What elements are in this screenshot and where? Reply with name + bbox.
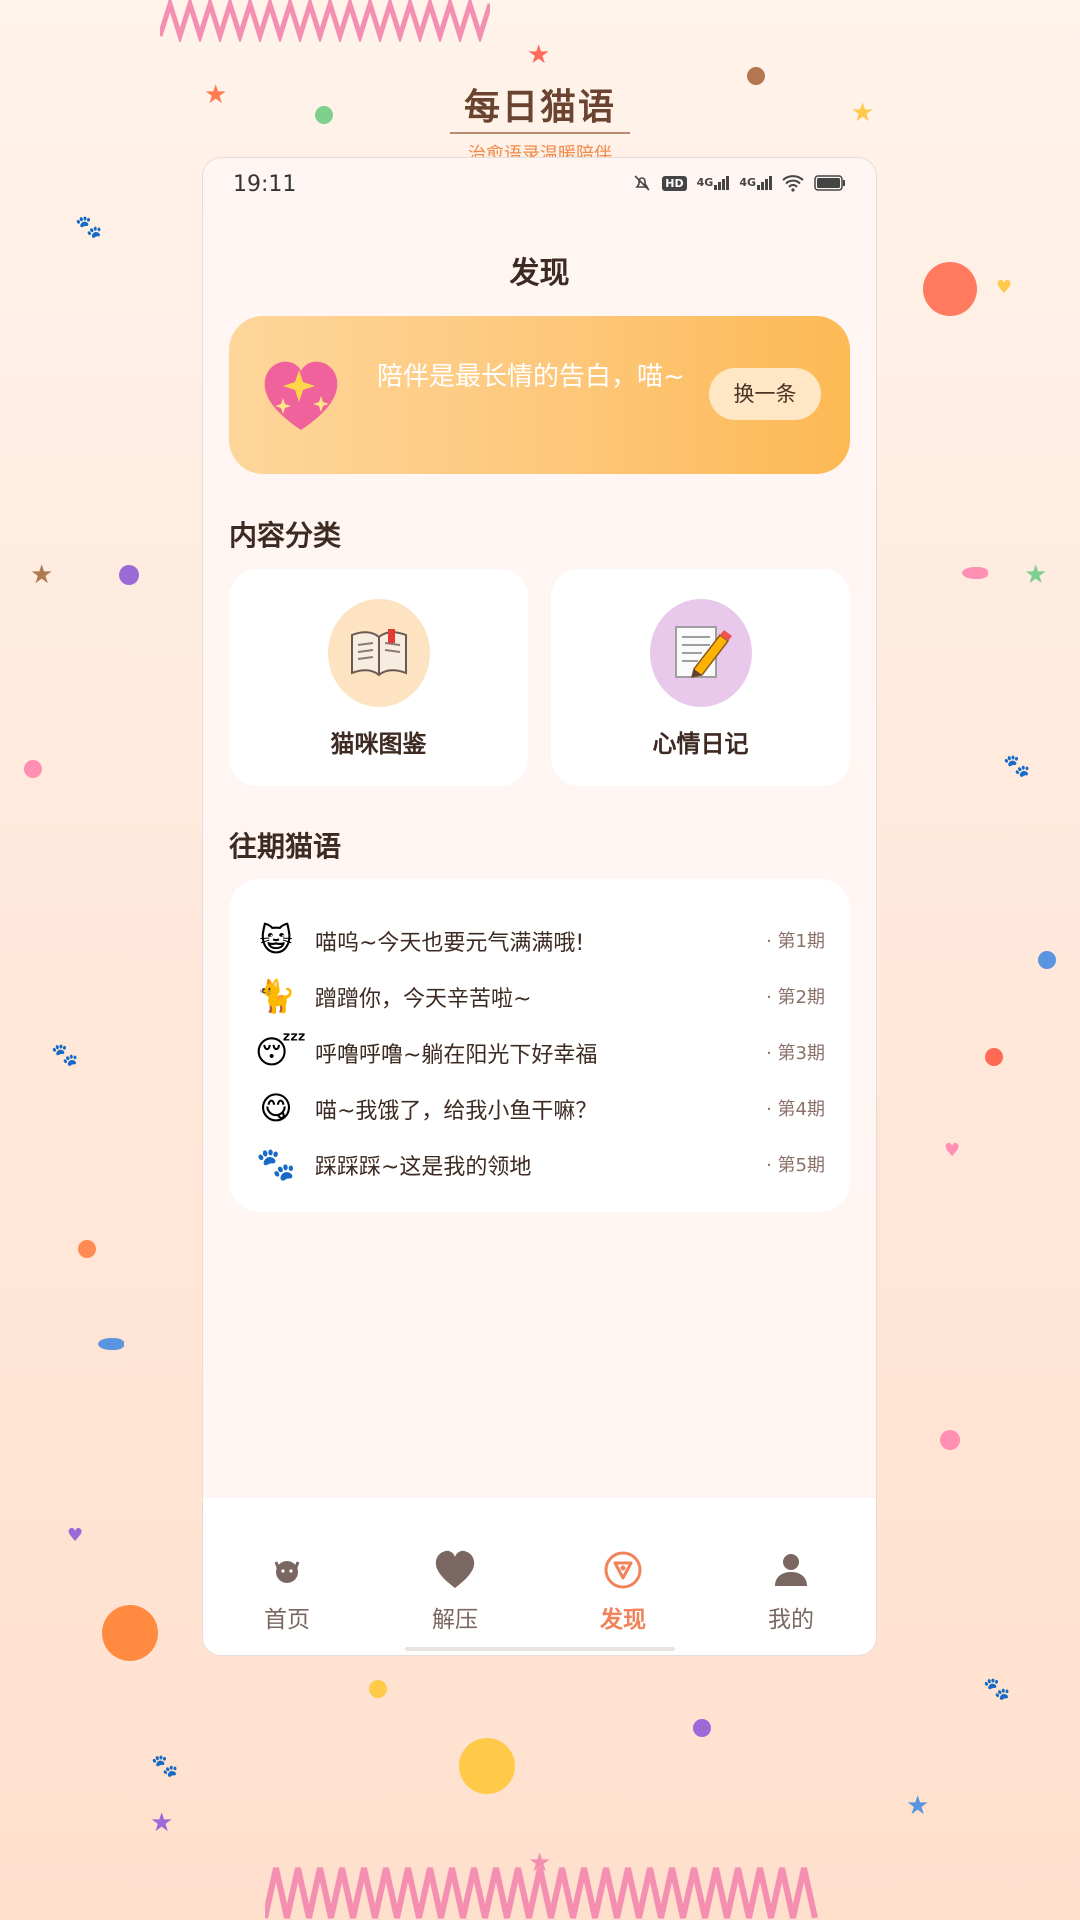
network-label-left: 4G [696, 176, 714, 189]
home-indicator [405, 1647, 675, 1651]
battery-icon [814, 175, 845, 191]
heart-decor-icon: ♥ [996, 277, 1013, 298]
decor-dot [78, 1240, 96, 1258]
decor-dot [459, 1738, 515, 1794]
fish-decor-icon [98, 1338, 124, 1350]
star-icon: ★ [150, 1808, 174, 1838]
decor-dot [923, 262, 977, 316]
history-item[interactable]: 🐾 踩踩踩~这是我的领地 · 第5期 [255, 1143, 825, 1191]
tab-profile[interactable]: 我的 [731, 1548, 851, 1634]
decor-dot [102, 1605, 158, 1661]
sparkling-heart-icon [264, 361, 338, 430]
history-item-issue: · 第3期 [766, 1043, 825, 1064]
history-list-card: 😺 喵呜~今天也要元气满满哦! · 第1期 🐈 蹭蹭你，今天辛苦啦~ · 第2期… [229, 879, 850, 1212]
history-item[interactable]: 😺 喵呜~今天也要元气满满哦! · 第1期 [255, 919, 825, 967]
history-title: 往期猫语 [229, 830, 342, 863]
status-time: 19:11 [233, 172, 297, 197]
star-icon: ★ [527, 40, 551, 70]
decor-dot [24, 760, 42, 778]
bottom-tab-bar: 首页 解压 发现 我的 [203, 1498, 876, 1655]
heart-decor-icon: ♥ [944, 1140, 961, 1161]
category-icon-circle [650, 599, 752, 707]
signal-4g-left-icon: 4G [697, 176, 730, 190]
star-icon: ★ [906, 1791, 930, 1821]
compass-icon [604, 1551, 642, 1589]
refresh-quote-button[interactable]: 换一条 [709, 368, 821, 420]
memo-pencil-icon [675, 626, 732, 678]
wifi-icon [782, 175, 804, 192]
user-icon [775, 1554, 807, 1586]
cat-face-icon [274, 1561, 300, 1583]
decor-dot [985, 1048, 1003, 1066]
heart-icon [435, 1550, 475, 1588]
open-book-icon [351, 629, 407, 677]
categories-title: 内容分类 [229, 519, 342, 552]
tab-label: 解压 [432, 1607, 478, 1633]
status-icons: HD 4G 4G [632, 173, 846, 193]
history-item-text: 喵~我饿了，给我小鱼干嘛？ [315, 1099, 598, 1124]
tab-label: 我的 [768, 1607, 814, 1633]
tab-label: 首页 [264, 1607, 310, 1633]
decor-dot [1038, 951, 1056, 969]
page-title: 发现 [509, 256, 570, 291]
brand-title: 每日猫语 [463, 87, 616, 128]
category-card-cat-encyclopedia[interactable]: 猫咪图鉴 [229, 569, 528, 786]
history-item[interactable]: 😴 呼噜呼噜~躺在阳光下好幸福 · 第3期 [255, 1031, 825, 1079]
history-item-text: 踩踩踩~这是我的领地 [315, 1155, 532, 1180]
decor-dot [119, 565, 139, 585]
decor-dot [369, 1680, 387, 1698]
network-label-right: 4G [739, 176, 756, 189]
category-label: 心情日记 [652, 730, 749, 758]
status-bar: 19:11 HD 4G 4G [203, 158, 876, 214]
decor-dot [693, 1719, 711, 1737]
decor-dot [940, 1430, 960, 1450]
star-icon: ★ [528, 1848, 552, 1878]
cat-icon: 🐈 [256, 977, 296, 1015]
tab-discover[interactable]: 发现 [563, 1548, 683, 1634]
paw-decor-icon: 🐾 [75, 215, 103, 240]
phone-screen: 19:11 HD 4G 4G 发现 陪伴是最长情的告白，喵~ 换一条 内容分类 [203, 158, 876, 1655]
mute-bell-icon [634, 175, 650, 191]
paw-decor-icon: 🐾 [983, 1677, 1011, 1702]
hd-badge: HD [662, 175, 687, 191]
category-icon-circle [328, 599, 430, 707]
history-item-text: 蹭蹭你，今天辛苦啦~ [315, 987, 532, 1012]
history-item-issue: · 第4期 [766, 1099, 825, 1120]
star-icon: ★ [1024, 560, 1048, 590]
sleeping-face-icon: 😴 [255, 1033, 307, 1071]
smiling-cat-icon: 😺 [259, 921, 293, 959]
history-item-issue: · 第5期 [766, 1155, 825, 1176]
tab-label: 发现 [600, 1607, 646, 1633]
history-item-issue: · 第2期 [766, 987, 825, 1008]
paw-decor-icon: 🐾 [1003, 754, 1031, 779]
quote-text: 陪伴是最长情的告白，喵~ [377, 362, 685, 392]
top-zigzag-decoration [160, 0, 490, 42]
history-item-issue: · 第1期 [766, 931, 825, 952]
fish-decor-icon [962, 567, 988, 579]
paw-prints-icon: 🐾 [256, 1145, 296, 1183]
tab-relax[interactable]: 解压 [395, 1548, 515, 1634]
category-card-mood-diary[interactable]: 心情日记 [551, 569, 850, 786]
paw-decor-icon: 🐾 [151, 1754, 179, 1779]
tab-home[interactable]: 首页 [227, 1548, 347, 1634]
history-item-text: 呼噜呼噜~躺在阳光下好幸福 [315, 1043, 598, 1068]
history-item[interactable]: 🐈 蹭蹭你，今天辛苦啦~ · 第2期 [255, 975, 825, 1023]
history-item[interactable]: 😋 喵~我饿了，给我小鱼干嘛？ · 第4期 [255, 1087, 825, 1135]
paw-decor-icon: 🐾 [51, 1043, 79, 1068]
category-label: 猫咪图鉴 [330, 730, 427, 758]
star-icon: ★ [30, 560, 54, 590]
brand-divider [450, 132, 630, 134]
signal-4g-right-icon: 4G [739, 176, 772, 190]
history-item-text: 喵呜~今天也要元气满满哦! [315, 931, 585, 956]
yummy-face-icon: 😋 [259, 1089, 293, 1127]
heart-decor-icon: ♥ [67, 1525, 84, 1546]
quote-card: 陪伴是最长情的告白，喵~ 换一条 [229, 316, 850, 474]
brand-header: 每日猫语 治愈语录温暖陪伴 [0, 78, 1080, 166]
